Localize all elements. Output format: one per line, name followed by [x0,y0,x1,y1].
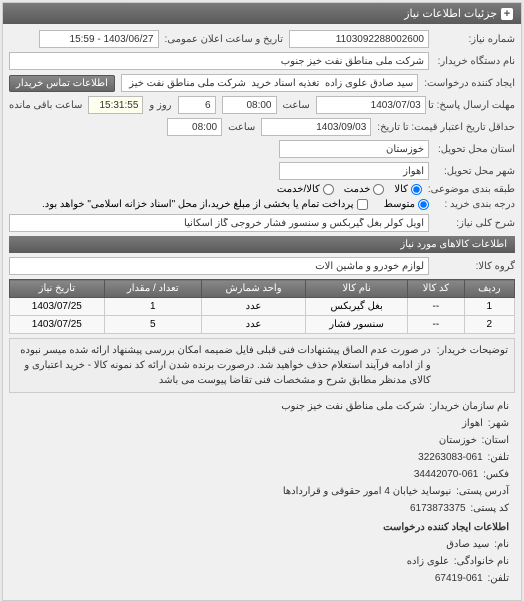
contact-button[interactable]: اطلاعات تماس خریدار [9,75,115,92]
validity-label: حداقل تاریخ اعتبار قیمت: تا تاریخ: [377,122,515,133]
requester-label: ایجاد کننده درخواست: [424,78,515,89]
priority-radio[interactable] [418,199,429,210]
th-row: ردیف [464,280,514,298]
info-postal-label: کد پستی: [470,503,509,514]
goods-group-input[interactable] [9,257,429,275]
expand-icon[interactable]: + [501,8,513,20]
remain-days-input[interactable] [178,96,216,114]
pkg-radio-both[interactable]: کالا/خدمت [277,184,334,195]
th-qty: تعداد / مقدار [104,280,201,298]
goods-table: ردیف کد کالا نام کالا واحد شمارش تعداد /… [9,279,515,334]
table-row: 1 -- بغل گیربکس عدد 1 1403/07/25 [10,298,515,316]
info-province-val: خوزستان [439,435,477,446]
deadline-date-input[interactable] [316,96,426,114]
info-phone-label: تلفن: [487,452,509,463]
remain-time-input[interactable] [88,96,143,114]
table-header-row: ردیف کد کالا نام کالا واحد شمارش تعداد /… [10,280,515,298]
announce-label: تاریخ و ساعت اعلان عمومی: [165,34,284,45]
th-code: کد کالا [408,280,465,298]
remain-day-label: روز و [149,100,171,111]
pkg-label: طبقه بندی موضوعی: [428,184,515,195]
buyer-org-input[interactable] [9,52,429,70]
time-label-1: ساعت [283,100,310,111]
validity-date-input[interactable] [261,118,371,136]
pkg-radio-all-input[interactable] [411,184,422,195]
buyer-note-text: در صورت عدم الصاق پیشنهادات فنی قبلی فای… [16,343,431,388]
info-family-val: علوی زاده [407,556,449,567]
table-row: 2 -- سنسور فشار عدد 5 1403/07/25 [10,316,515,334]
info-city-val: اهواز [462,418,483,429]
info-fax-val: 061-34442070 [414,469,479,480]
form-body: شماره نیاز: تاریخ و ساعت اعلان عمومی: نا… [3,24,521,600]
remain-suffix: ساعت باقی مانده [9,100,82,111]
info-fax-label: فکس: [483,469,509,480]
announce-input[interactable] [39,30,159,48]
pay-note-item[interactable]: پرداخت تمام یا بخشی از مبلغ خرید،از محل … [42,199,368,210]
creator-title: اطلاعات ایجاد کننده درخواست [15,520,509,536]
need-no-label: شماره نیاز: [435,34,515,45]
panel-header: + جزئیات اطلاعات نیاز [3,3,521,24]
info-block: نام سازمان خریدار: شرکت ملی مناطق نفت خی… [9,393,515,594]
th-unit: واحد شمارش [201,280,305,298]
info-name-val: سید صادق [446,539,489,550]
priority-item[interactable]: متوسط [384,199,429,210]
city-input[interactable] [279,162,429,180]
buyer-note-box: توضیحات خریدار: در صورت عدم الصاق پیشنها… [9,338,515,393]
details-panel: + جزئیات اطلاعات نیاز شماره نیاز: تاریخ … [2,2,522,601]
province-input[interactable] [279,140,429,158]
info-addr-val: نیوساید خیابان 4 امور حقوقی و قراردادها [283,486,451,497]
pkg-radio-service-input[interactable] [373,184,384,195]
province-label: استان محل تحویل: [435,144,515,155]
validity-time-input[interactable] [167,118,222,136]
th-name: نام کالا [306,280,408,298]
time-label-2: ساعت [228,122,255,133]
info-phone-val: 061-32263083 [418,452,483,463]
info-tel-val: 061-67419 [435,573,483,584]
info-addr-label: آدرس پستی: [456,486,509,497]
keyword-label: شرح کلی نیاز: [435,218,515,229]
goods-section-title: اطلاعات کالاهای مورد نیاز [9,236,515,253]
info-postal-val: 6173873375 [410,503,466,514]
city-label: شهر محل تحویل: [435,166,515,177]
info-name-label: نام: [494,539,509,550]
info-buyer-org-val: شرکت ملی مناطق نفت خیز جنوب [281,401,424,412]
pkg-radio-both-input[interactable] [323,184,334,195]
info-province-label: استان: [482,435,509,446]
buyer-org-label: نام دستگاه خریدار: [435,56,515,67]
deadline-label: مهلت ارسال پاسخ: تا [432,100,515,111]
pkg-radio-group: کالا خدمت کالا/خدمت [277,184,422,195]
info-city-label: شهر: [488,418,509,429]
pay-note-checkbox[interactable] [357,199,368,210]
buyer-note-label: توضیحات خریدار: [437,343,508,388]
info-family-label: نام خانوادگی: [454,556,509,567]
info-tel-label: تلفن: [487,573,509,584]
goods-group-label: گروه کالا: [435,261,515,272]
pkg-radio-service[interactable]: خدمت [344,184,385,195]
info-buyer-org-label: نام سازمان خریدار: [429,401,509,412]
need-no-input[interactable] [289,30,429,48]
requester-input[interactable] [121,74,418,92]
th-date: تاریخ نیاز [10,280,105,298]
panel-title: جزئیات اطلاعات نیاز [404,7,497,20]
keyword-input[interactable] [9,214,429,232]
priority-label: درجه بندی خرید : [435,199,515,210]
deadline-time-input[interactable] [222,96,277,114]
pkg-radio-all[interactable]: کالا [394,184,422,195]
